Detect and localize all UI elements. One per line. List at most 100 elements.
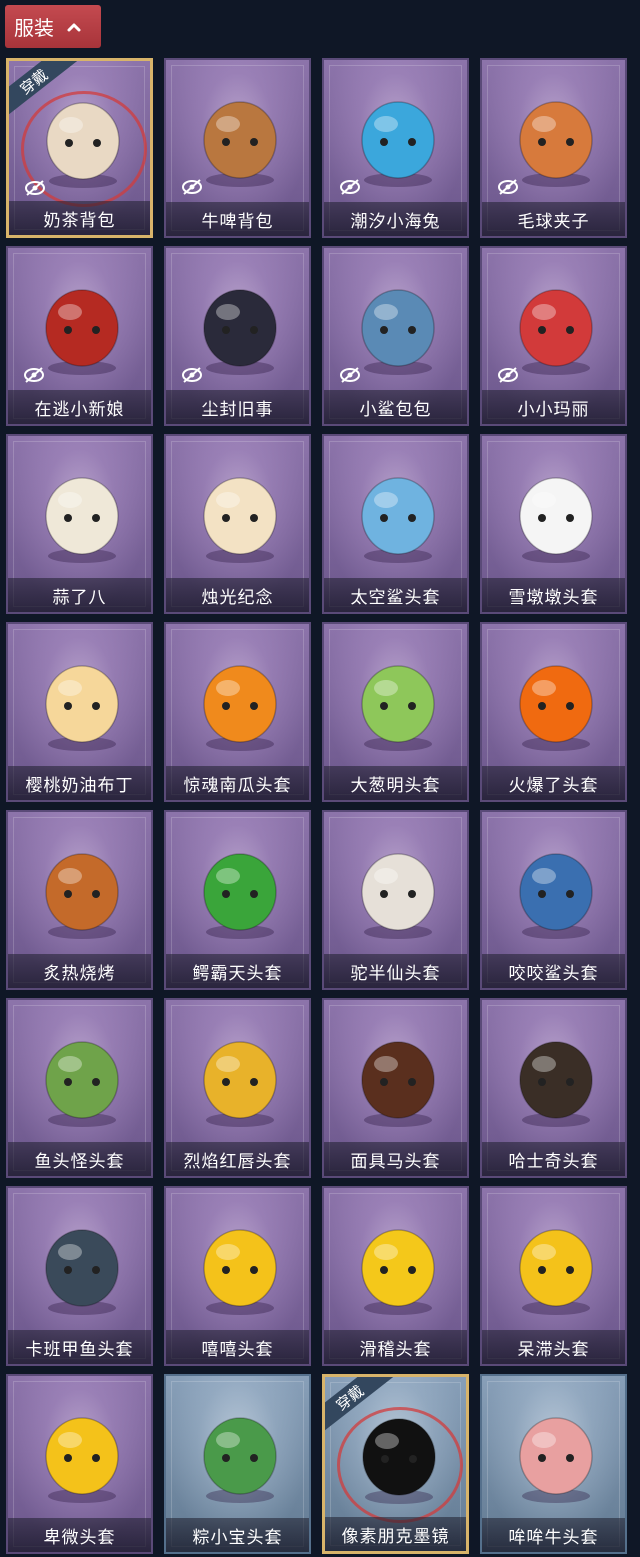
costume-card[interactable]: 哞哞牛头套 xyxy=(480,1374,627,1554)
costume-card[interactable]: 小小玛丽 xyxy=(480,246,627,426)
costume-name: 牛啤背包 xyxy=(201,211,274,232)
hidden-eye-icon[interactable] xyxy=(180,366,204,384)
card-label-bar: 毛球夹子 xyxy=(482,202,625,236)
costume-name: 惊魂南瓜头套 xyxy=(183,775,292,796)
costume-card[interactable]: 驼半仙头套 xyxy=(322,810,469,990)
card-label-bar: 烛光纪念 xyxy=(166,578,309,612)
costume-card[interactable]: 呆滞头套 xyxy=(480,1186,627,1366)
costume-card[interactable]: 穿戴 奶茶背包 xyxy=(6,58,153,238)
zongzi-helmet-icon xyxy=(203,1417,277,1503)
costume-card[interactable]: 面具马头套 xyxy=(322,998,469,1178)
cow-beer-backpack-icon xyxy=(203,101,277,187)
costume-card[interactable]: 蒜了八 xyxy=(6,434,153,614)
card-label-bar: 像素朋克墨镜 xyxy=(325,1517,466,1551)
costume-card[interactable]: 穿戴 像素朋克墨镜 xyxy=(322,1374,469,1554)
costume-name: 鱼头怪头套 xyxy=(34,1151,125,1172)
costume-card[interactable]: 太空鲨头套 xyxy=(322,434,469,614)
card-label-bar: 滑稽头套 xyxy=(324,1330,467,1364)
costume-card[interactable]: 烈焰红唇头套 xyxy=(164,998,311,1178)
snowman-helmet-icon xyxy=(519,477,593,563)
hidden-eye-icon[interactable] xyxy=(22,366,46,384)
card-label-bar: 卡班甲鱼头套 xyxy=(8,1330,151,1364)
chevron-up-icon xyxy=(67,23,81,31)
costume-card[interactable]: 粽小宝头套 xyxy=(164,1374,311,1554)
funny-emoji-helmet-icon xyxy=(361,1229,435,1315)
costume-card[interactable]: 火爆了头套 xyxy=(480,622,627,802)
scallion-helmet-icon xyxy=(361,665,435,751)
costume-card[interactable]: 潮汐小海兔 xyxy=(322,58,469,238)
little-mary-icon xyxy=(519,289,593,375)
costume-card[interactable]: 嘻嘻头套 xyxy=(164,1186,311,1366)
card-label-bar: 呆滞头套 xyxy=(482,1330,625,1364)
costume-card[interactable]: 哈士奇头套 xyxy=(480,998,627,1178)
hidden-eye-icon[interactable] xyxy=(338,178,362,196)
costume-card[interactable]: 卡班甲鱼头套 xyxy=(6,1186,153,1366)
turtle-helmet-icon xyxy=(45,1229,119,1315)
costume-card[interactable]: 樱桃奶油布丁 xyxy=(6,622,153,802)
garlic-head-icon xyxy=(45,477,119,563)
costume-card[interactable]: 牛啤背包 xyxy=(164,58,311,238)
costume-card[interactable]: 惊魂南瓜头套 xyxy=(164,622,311,802)
hidden-eye-icon[interactable] xyxy=(23,179,47,197)
card-label-bar: 尘封旧事 xyxy=(166,390,309,424)
costume-card[interactable]: 鳄霸天头套 xyxy=(164,810,311,990)
card-label-bar: 火爆了头套 xyxy=(482,766,625,800)
costume-name: 尘封旧事 xyxy=(201,399,274,420)
costume-card[interactable]: 烛光纪念 xyxy=(164,434,311,614)
costume-name: 火爆了头套 xyxy=(508,775,599,796)
grin-emoji-helmet-icon xyxy=(203,1229,277,1315)
costume-name: 小小玛丽 xyxy=(517,399,590,420)
card-label-bar: 鱼头怪头套 xyxy=(8,1142,151,1176)
costume-card[interactable]: 雪墩墩头套 xyxy=(480,434,627,614)
costume-card[interactable]: 大葱明头套 xyxy=(322,622,469,802)
costume-name: 樱桃奶油布丁 xyxy=(25,775,134,796)
costume-name: 咬咬鲨头套 xyxy=(508,963,599,984)
costume-name: 炙热烧烤 xyxy=(43,963,116,984)
card-label-bar: 粽小宝头套 xyxy=(166,1518,309,1552)
cherry-pudding-icon xyxy=(45,665,119,751)
costume-name: 粽小宝头套 xyxy=(192,1527,283,1548)
milk-tea-backpack-icon xyxy=(46,102,120,188)
alpaca-helmet-icon xyxy=(361,853,435,939)
costume-name: 大葱明头套 xyxy=(350,775,441,796)
costume-name: 嘻嘻头套 xyxy=(201,1339,274,1360)
costume-category-toggle[interactable]: 服装 xyxy=(5,5,101,48)
card-label-bar: 哞哞牛头套 xyxy=(482,1518,625,1552)
costume-card[interactable]: 滑稽头套 xyxy=(322,1186,469,1366)
card-label-bar: 在逃小新娘 xyxy=(8,390,151,424)
costume-card[interactable]: 毛球夹子 xyxy=(480,58,627,238)
fire-helmet-icon xyxy=(519,665,593,751)
costume-card[interactable]: 小鲨包包 xyxy=(322,246,469,426)
card-label-bar: 潮汐小海兔 xyxy=(324,202,467,236)
card-label-bar: 咬咬鲨头套 xyxy=(482,954,625,988)
card-label-bar: 蒜了八 xyxy=(8,578,151,612)
costume-name: 潮汐小海兔 xyxy=(350,211,441,232)
candle-head-icon xyxy=(203,477,277,563)
card-label-bar: 炙热烧烤 xyxy=(8,954,151,988)
costume-name: 毛球夹子 xyxy=(517,211,590,232)
costume-name: 蒜了八 xyxy=(52,587,107,608)
costume-card[interactable]: 鱼头怪头套 xyxy=(6,998,153,1178)
costume-name: 太空鲨头套 xyxy=(350,587,441,608)
hidden-eye-icon[interactable] xyxy=(338,366,362,384)
costume-card[interactable]: 咬咬鲨头套 xyxy=(480,810,627,990)
costume-name: 面具马头套 xyxy=(350,1151,441,1172)
card-label-bar: 太空鲨头套 xyxy=(324,578,467,612)
costume-card[interactable]: 炙热烧烤 xyxy=(6,810,153,990)
card-label-bar: 小鲨包包 xyxy=(324,390,467,424)
costume-name: 小鲨包包 xyxy=(359,399,432,420)
costume-name: 滑稽头套 xyxy=(359,1339,432,1360)
biting-shark-helmet-icon xyxy=(519,853,593,939)
hidden-eye-icon[interactable] xyxy=(496,178,520,196)
fish-head-helmet-icon xyxy=(45,1041,119,1127)
costume-name: 奶茶背包 xyxy=(43,210,116,231)
card-label-bar: 哈士奇头套 xyxy=(482,1142,625,1176)
costume-card[interactable]: 尘封旧事 xyxy=(164,246,311,426)
costume-name: 卡班甲鱼头套 xyxy=(25,1339,134,1360)
card-label-bar: 樱桃奶油布丁 xyxy=(8,766,151,800)
costume-card[interactable]: 在逃小新娘 xyxy=(6,246,153,426)
fluffy-clip-icon xyxy=(519,101,593,187)
hidden-eye-icon[interactable] xyxy=(180,178,204,196)
hidden-eye-icon[interactable] xyxy=(496,366,520,384)
costume-card[interactable]: 卑微头套 xyxy=(6,1374,153,1554)
